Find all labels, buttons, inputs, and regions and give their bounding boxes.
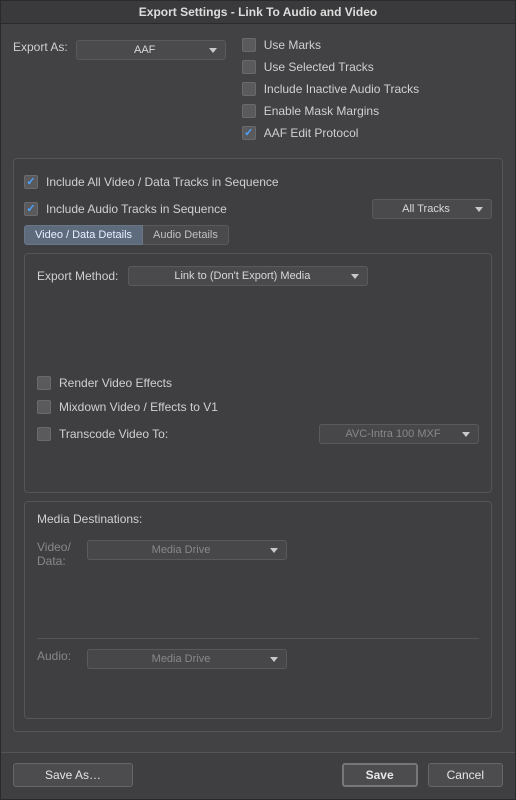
- all-tracks-value: All Tracks: [402, 203, 450, 215]
- export-method-label: Export Method:: [37, 269, 118, 283]
- include-inactive-checkbox[interactable]: [242, 82, 256, 96]
- dialog-content: Export As: AAF Use Marks Use Selected Tr…: [1, 24, 515, 752]
- include-panel: Include All Video / Data Tracks in Seque…: [13, 158, 503, 732]
- video-dest-dropdown[interactable]: Media Drive: [87, 540, 287, 560]
- cancel-button[interactable]: Cancel: [428, 763, 503, 787]
- video-details-panel: Export Method: Link to (Don't Export) Me…: [24, 253, 492, 493]
- include-inactive-label: Include Inactive Audio Tracks: [264, 82, 419, 96]
- use-marks-checkbox[interactable]: [242, 38, 256, 52]
- render-effects-label: Render Video Effects: [59, 376, 172, 390]
- export-settings-dialog: Export Settings - Link To Audio and Vide…: [0, 0, 516, 800]
- audio-dest-row: Audio: Media Drive: [37, 649, 479, 669]
- video-dest-value: Media Drive: [152, 544, 211, 556]
- save-as-button[interactable]: Save As…: [13, 763, 133, 787]
- render-effects-row: Render Video Effects: [37, 376, 479, 390]
- transcode-group: Transcode Video To:: [37, 427, 168, 441]
- enable-mask-checkbox[interactable]: [242, 104, 256, 118]
- export-as-label: Export As:: [13, 40, 68, 54]
- detail-tabs: Video / Data Details Audio Details: [24, 225, 492, 245]
- transcode-label: Transcode Video To:: [59, 427, 168, 441]
- export-as-dropdown[interactable]: AAF: [76, 40, 226, 60]
- mixdown-checkbox[interactable]: [37, 400, 51, 414]
- media-destinations-title: Media Destinations:: [37, 512, 479, 526]
- transcode-codec-value: AVC-Intra 100 MXF: [345, 428, 440, 440]
- transcode-codec-dropdown[interactable]: AVC-Intra 100 MXF: [319, 424, 479, 444]
- footer-right: Save Cancel: [342, 763, 503, 787]
- use-marks-row: Use Marks: [242, 38, 503, 52]
- tab-audio-details[interactable]: Audio Details: [143, 225, 229, 245]
- enable-mask-label: Enable Mask Margins: [264, 104, 379, 118]
- use-marks-label: Use Marks: [264, 38, 321, 52]
- dialog-footer: Save As… Save Cancel: [1, 752, 515, 799]
- include-video-row: Include All Video / Data Tracks in Seque…: [24, 175, 492, 189]
- mixdown-label: Mixdown Video / Effects to V1: [59, 400, 218, 414]
- export-method-value: Link to (Don't Export) Media: [174, 270, 310, 282]
- video-dest-label: Video/ Data:: [37, 540, 81, 568]
- export-method-dropdown[interactable]: Link to (Don't Export) Media: [128, 266, 368, 286]
- video-dest-row: Video/ Data: Media Drive: [37, 540, 479, 568]
- media-destinations-panel: Media Destinations: Video/ Data: Media D…: [24, 501, 492, 719]
- audio-dest-dropdown[interactable]: Media Drive: [87, 649, 287, 669]
- audio-dest-label: Audio:: [37, 649, 81, 663]
- mixdown-row: Mixdown Video / Effects to V1: [37, 400, 479, 414]
- include-video-checkbox[interactable]: [24, 175, 38, 189]
- all-tracks-dropdown[interactable]: All Tracks: [372, 199, 492, 219]
- enable-mask-row: Enable Mask Margins: [242, 104, 503, 118]
- tab-video-details[interactable]: Video / Data Details: [24, 225, 143, 245]
- use-selected-tracks-label: Use Selected Tracks: [264, 60, 374, 74]
- include-audio-checkbox[interactable]: [24, 202, 38, 216]
- include-audio-row: Include Audio Tracks in Sequence All Tra…: [24, 199, 492, 219]
- include-audio-label: Include Audio Tracks in Sequence: [46, 202, 227, 216]
- save-button[interactable]: Save: [342, 763, 418, 787]
- top-row: Export As: AAF Use Marks Use Selected Tr…: [13, 34, 503, 148]
- include-inactive-row: Include Inactive Audio Tracks: [242, 82, 503, 96]
- export-as-group: Export As: AAF: [13, 34, 226, 148]
- transcode-checkbox[interactable]: [37, 427, 51, 441]
- top-checks-column: Use Marks Use Selected Tracks Include In…: [242, 34, 503, 148]
- aaf-edit-row: AAF Edit Protocol: [242, 126, 503, 140]
- aaf-edit-checkbox[interactable]: [242, 126, 256, 140]
- aaf-edit-label: AAF Edit Protocol: [264, 126, 359, 140]
- audio-dest-value: Media Drive: [152, 653, 211, 665]
- export-as-value: AAF: [134, 44, 155, 56]
- use-selected-tracks-row: Use Selected Tracks: [242, 60, 503, 74]
- export-method-row: Export Method: Link to (Don't Export) Me…: [37, 266, 479, 286]
- window-title: Export Settings - Link To Audio and Vide…: [1, 1, 515, 24]
- render-effects-checkbox[interactable]: [37, 376, 51, 390]
- use-selected-tracks-checkbox[interactable]: [242, 60, 256, 74]
- transcode-row: Transcode Video To: AVC-Intra 100 MXF: [37, 424, 479, 444]
- include-audio-group: Include Audio Tracks in Sequence: [24, 202, 227, 216]
- include-video-label: Include All Video / Data Tracks in Seque…: [46, 175, 279, 189]
- dest-divider: [37, 638, 479, 639]
